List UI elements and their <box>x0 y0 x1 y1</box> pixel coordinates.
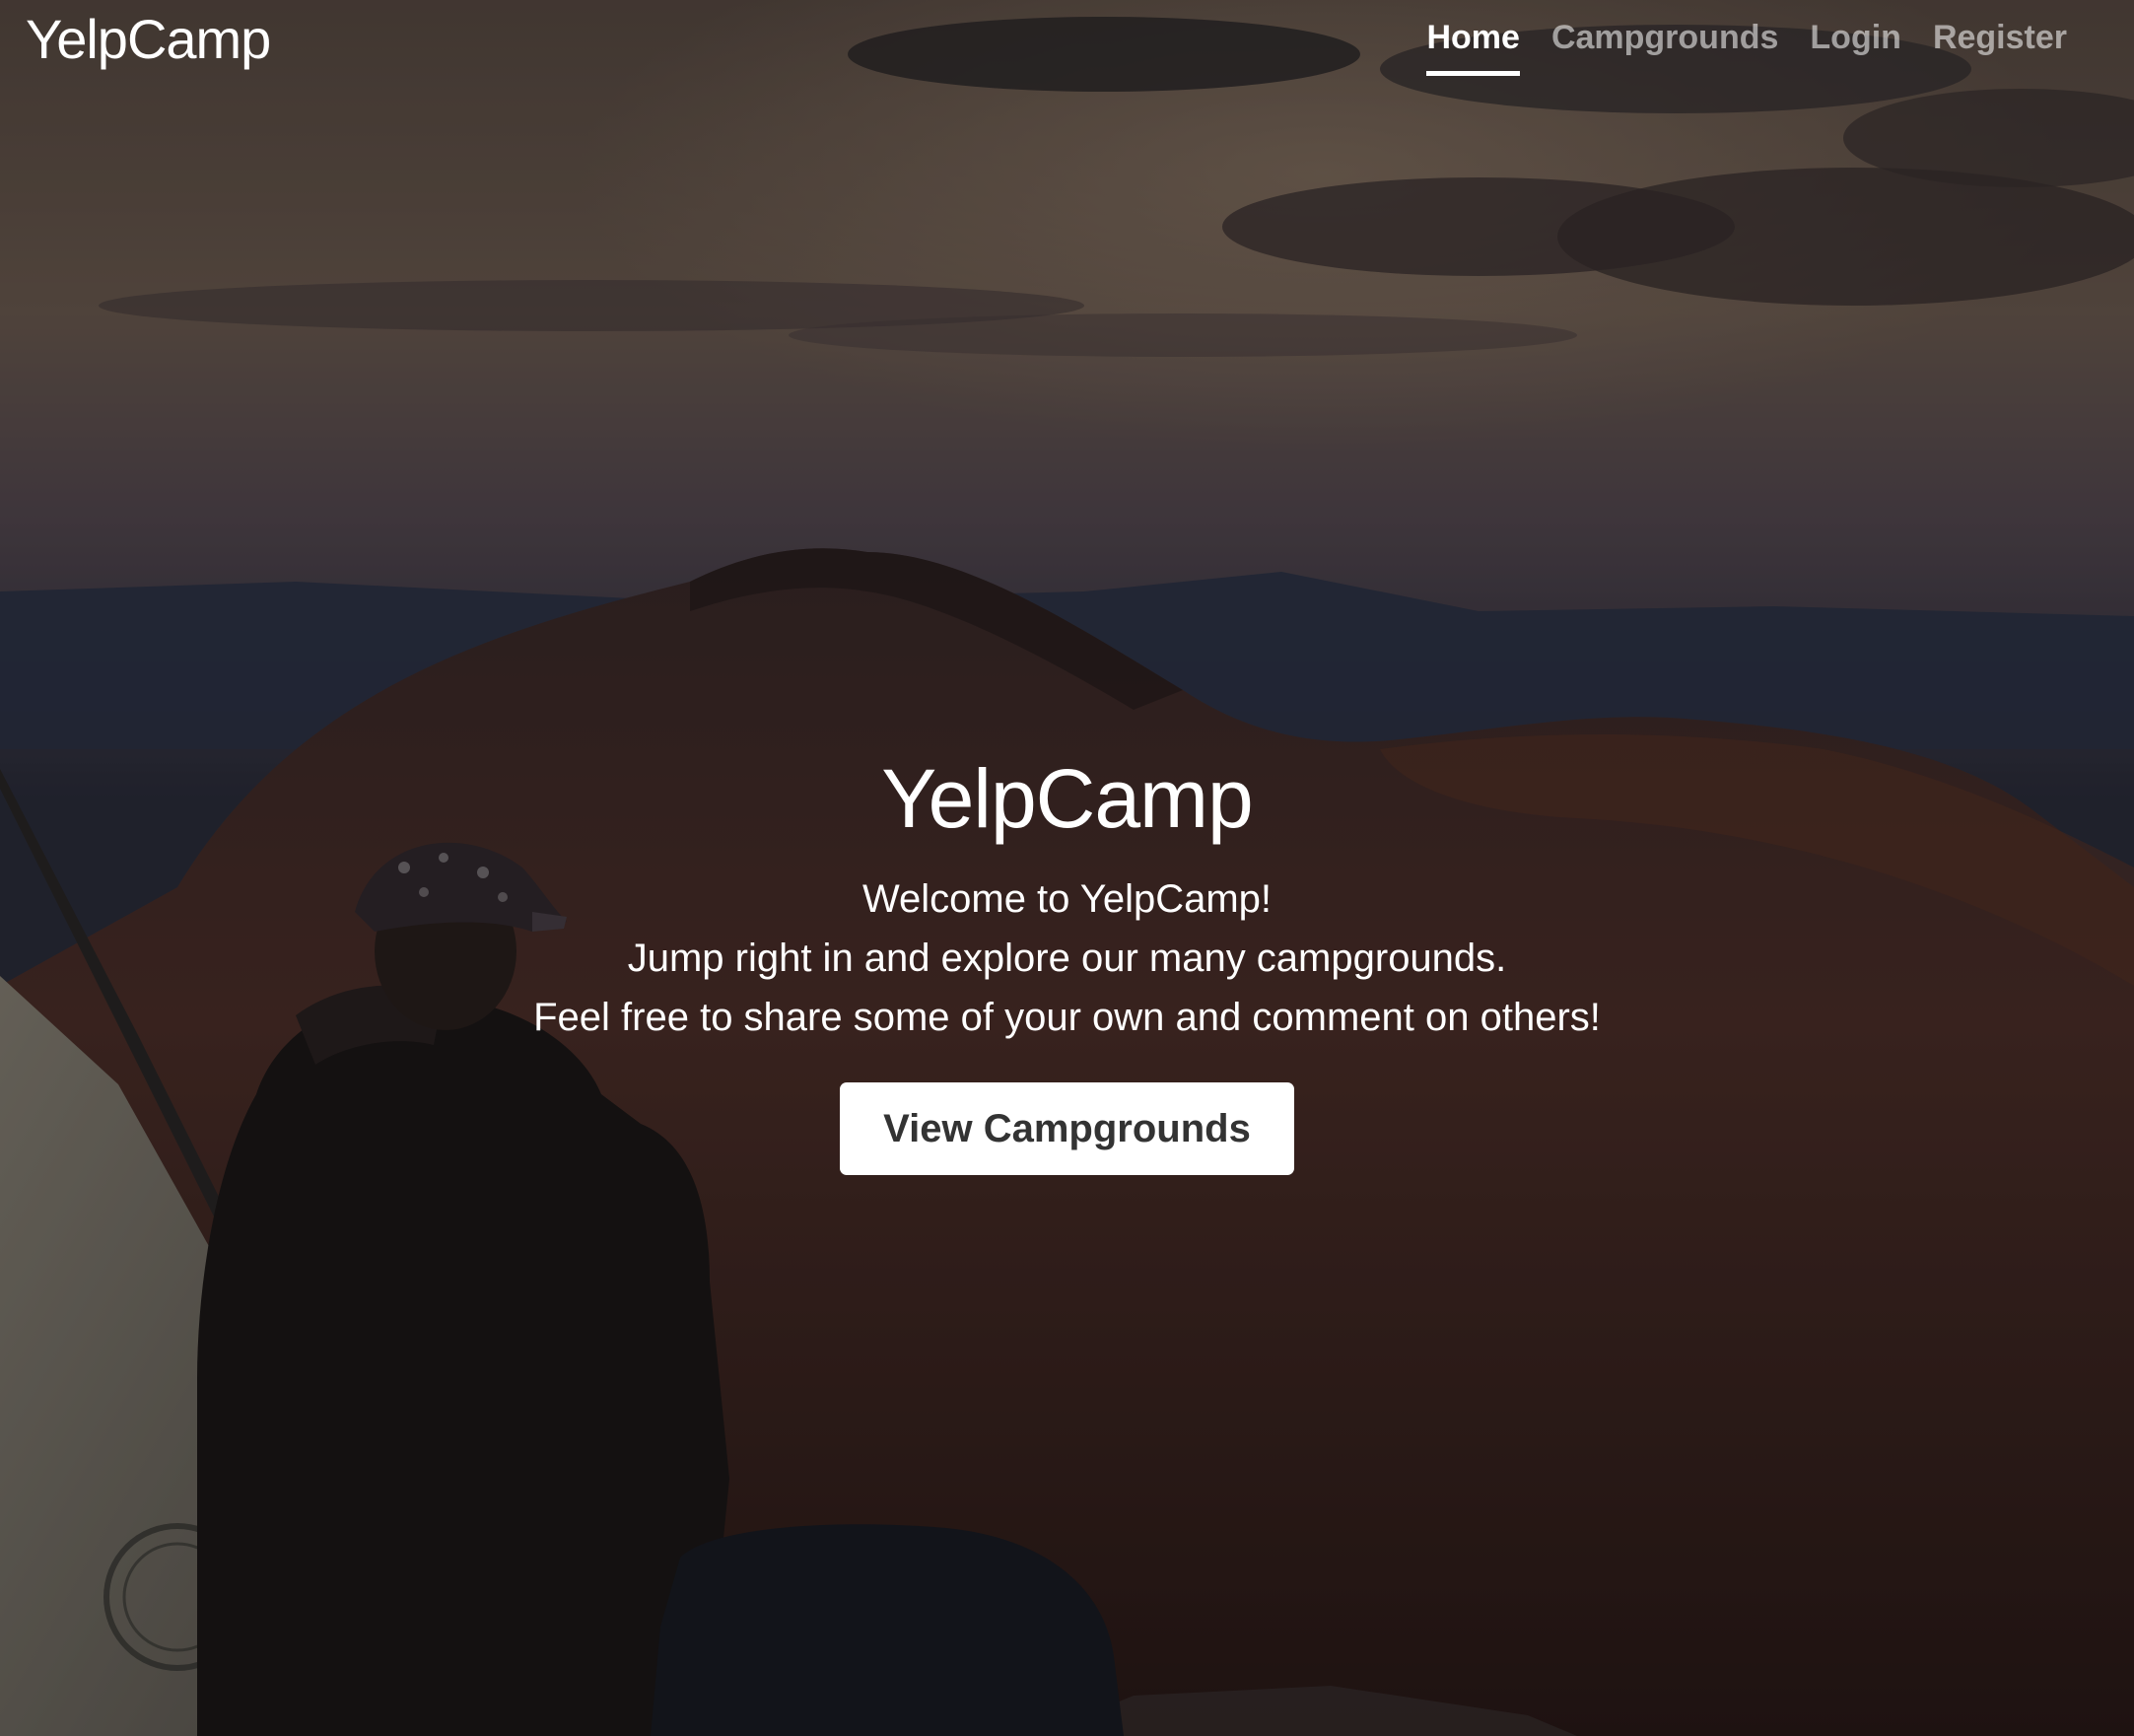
view-campgrounds-button[interactable]: View Campgrounds <box>840 1082 1294 1175</box>
hero-description: Welcome to YelpCamp! Jump right in and e… <box>0 869 2134 1047</box>
hero-line-explore: Jump right in and explore our many campg… <box>627 937 1507 980</box>
hero-section: YelpCamp Welcome to YelpCamp! Jump right… <box>0 749 2134 1175</box>
brand-logo-link[interactable]: YelpCamp <box>26 8 271 71</box>
nav-link-campgrounds[interactable]: Campgrounds <box>1536 16 1794 59</box>
landing-page: YelpCamp Home Campgrounds Login Register… <box>0 0 2134 1736</box>
hero-line-share: Feel free to share some of your own and … <box>533 996 1601 1039</box>
hero-title: YelpCamp <box>881 752 1253 845</box>
nav-link-home[interactable]: Home <box>1411 16 1535 76</box>
hero-line-welcome: Welcome to YelpCamp! <box>861 877 1273 921</box>
navbar: YelpCamp Home Campgrounds Login Register <box>0 0 2134 89</box>
nav-link-login[interactable]: Login <box>1794 16 1917 59</box>
nav-link-register[interactable]: Register <box>1917 16 2083 59</box>
nav-links: Home Campgrounds Login Register <box>1411 16 2083 76</box>
